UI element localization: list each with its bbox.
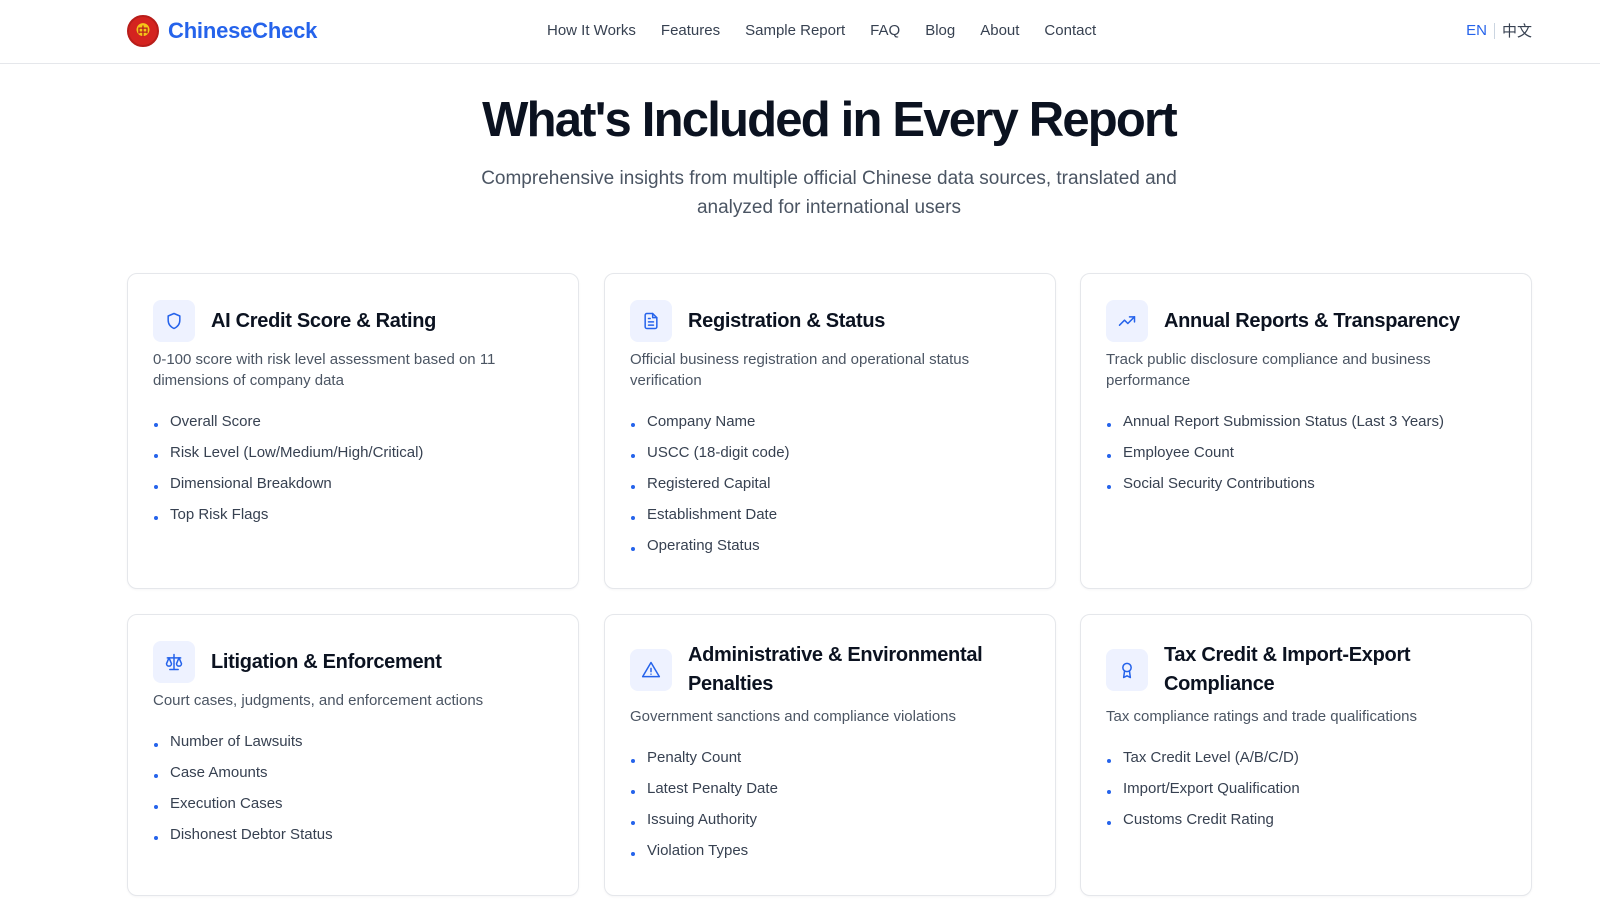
list-item: Execution Cases — [153, 794, 553, 814]
card-feature-list: Number of Lawsuits Case Amounts Executio… — [153, 732, 553, 845]
language-switcher: EN 中文 — [1466, 20, 1532, 42]
list-item: Violation Types — [630, 841, 1030, 861]
lang-divider — [1493, 23, 1495, 39]
card-description: Government sanctions and compliance viol… — [630, 708, 957, 725]
list-item: Tax Credit Level (A/B/C/D) — [1106, 748, 1506, 768]
card-title: Annual Reports & Transparency — [1164, 309, 1460, 332]
award-icon — [1106, 649, 1148, 691]
list-item: Customs Credit Rating — [1106, 810, 1506, 830]
nav-contact[interactable]: Contact — [1044, 20, 1096, 42]
list-item: USCC (18-digit code) — [630, 443, 1030, 463]
nav-sample-report[interactable]: Sample Report — [745, 20, 845, 42]
list-item: Case Amounts — [153, 763, 553, 783]
trending-up-icon — [1106, 300, 1148, 342]
list-item: Company Name — [630, 412, 1030, 432]
card-title: Registration & Status — [688, 309, 886, 332]
card-description: Tax compliance ratings and trade qualifi… — [1106, 708, 1418, 725]
feature-card-registration: Registration & Status Official business … — [604, 273, 1056, 589]
main-nav: How It Works Features Sample Report FAQ … — [547, 20, 1121, 42]
list-item: Risk Level (Low/Medium/High/Critical) — [153, 443, 553, 463]
brand-name: ChineseCheck — [168, 18, 318, 43]
list-item: Import/Export Qualification — [1106, 779, 1506, 799]
shield-icon — [153, 300, 195, 342]
list-item: Operating Status — [630, 536, 1030, 556]
list-item: Issuing Authority — [630, 810, 1030, 830]
card-description: 0-100 score with risk level assessment b… — [153, 351, 496, 389]
card-feature-list: Tax Credit Level (A/B/C/D) Import/Export… — [1106, 748, 1506, 830]
document-icon — [630, 300, 672, 342]
list-item: Establishment Date — [630, 505, 1030, 525]
brand-logo[interactable]: 中 ChineseCheck — [127, 14, 317, 48]
page-subtitle: Comprehensive insights from multiple off… — [481, 168, 1177, 218]
feature-card-annual-reports: Annual Reports & Transparency Track publ… — [1080, 273, 1532, 589]
list-item: Dishonest Debtor Status — [153, 825, 553, 845]
scale-icon — [153, 641, 195, 683]
card-description: Official business registration and opera… — [630, 351, 970, 389]
warning-icon — [630, 649, 672, 691]
list-item: Latest Penalty Date — [630, 779, 1030, 799]
lang-en-link[interactable]: EN — [1466, 20, 1487, 42]
card-title: Tax Credit & Import-Export Compliance — [1164, 644, 1411, 695]
list-item: Number of Lawsuits — [153, 732, 553, 752]
list-item: Overall Score — [153, 412, 553, 432]
card-title: Litigation & Enforcement — [211, 650, 442, 673]
list-item: Employee Count — [1106, 443, 1506, 463]
card-feature-list: Annual Report Submission Status (Last 3 … — [1106, 412, 1506, 494]
feature-card-litigation: Litigation & Enforcement Court cases, ju… — [127, 614, 579, 896]
card-description: Track public disclosure compliance and b… — [1106, 351, 1431, 389]
page-title: What's Included in Every Report — [482, 93, 1178, 147]
card-description: Court cases, judgments, and enforcement … — [153, 692, 484, 709]
list-item: Top Risk Flags — [153, 505, 553, 525]
site-header: 中 ChineseCheck How It Works Features Sam… — [0, 0, 1600, 64]
nav-faq[interactable]: FAQ — [870, 20, 900, 42]
nav-how-it-works[interactable]: How It Works — [547, 20, 636, 42]
card-feature-list: Overall Score Risk Level (Low/Medium/Hig… — [153, 412, 553, 525]
list-item: Social Security Contributions — [1106, 474, 1506, 494]
list-item: Dimensional Breakdown — [153, 474, 553, 494]
list-item: Penalty Count — [630, 748, 1030, 768]
feature-card-credit-score: AI Credit Score & Rating 0-100 score wit… — [127, 273, 579, 589]
nav-about[interactable]: About — [980, 20, 1019, 42]
card-title: AI Credit Score & Rating — [211, 309, 437, 332]
nav-features[interactable]: Features — [661, 20, 720, 42]
card-feature-list: Company Name USCC (18-digit code) Regist… — [630, 412, 1030, 556]
list-item: Registered Capital — [630, 474, 1030, 494]
list-item: Annual Report Submission Status (Last 3 … — [1106, 412, 1506, 432]
card-title: Administrative & Environmental Penalties — [688, 644, 983, 695]
lang-zh-link[interactable]: 中文 — [1502, 20, 1532, 42]
feature-card-tax-credit: Tax Credit & Import-Export Compliance Ta… — [1080, 614, 1532, 896]
emblem-icon: 中 — [127, 15, 159, 47]
nav-blog[interactable]: Blog — [925, 20, 955, 42]
card-feature-list: Penalty Count Latest Penalty Date Issuin… — [630, 748, 1030, 861]
feature-card-penalties: Administrative & Environmental Penalties… — [604, 614, 1056, 896]
